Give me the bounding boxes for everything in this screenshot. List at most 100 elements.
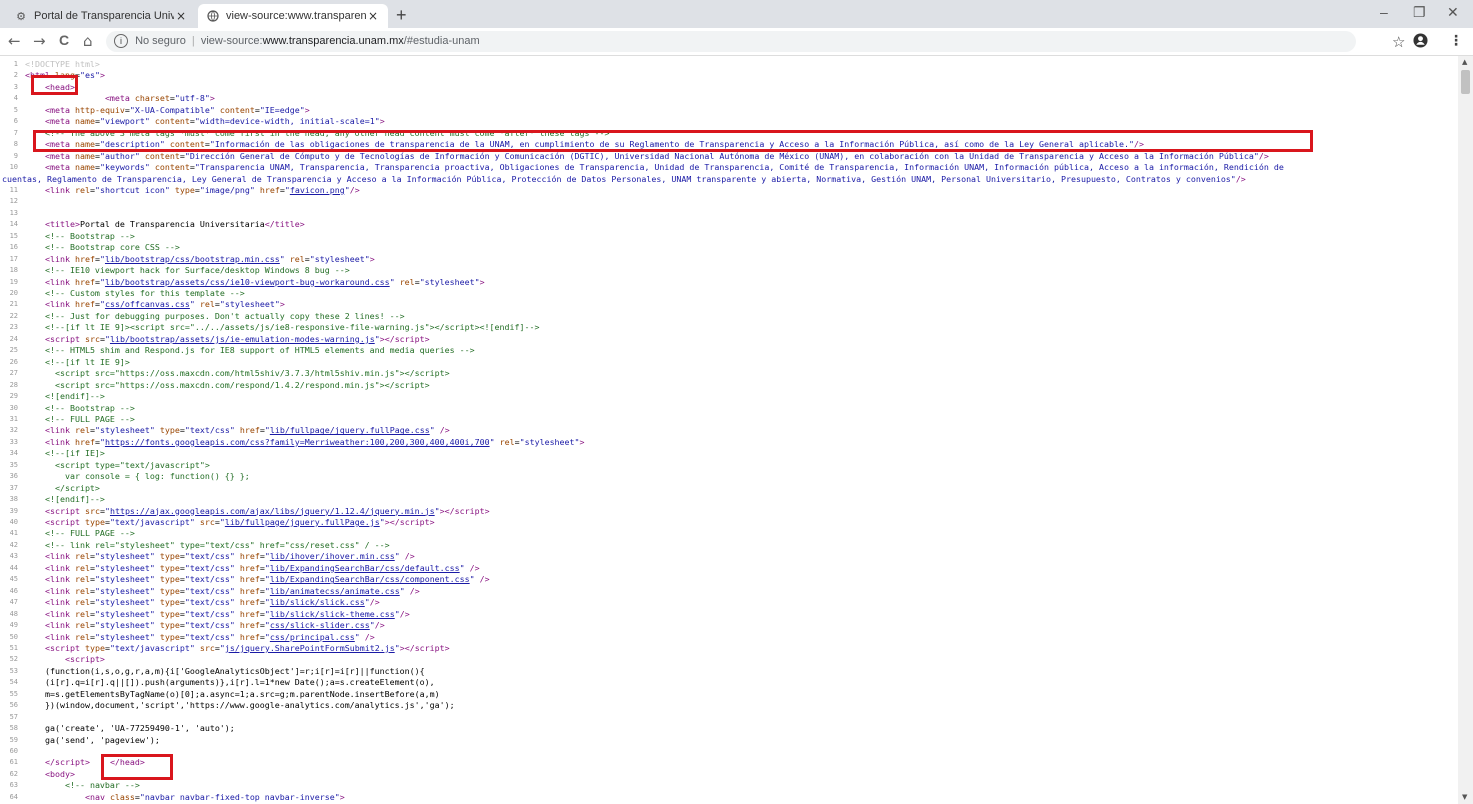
line-number: 48 — [9, 609, 18, 618]
source-line: 4 <meta charset="utf-8"> — [0, 93, 1458, 103]
source-line: 5 <meta http-equiv="X-UA-Compatible" con… — [0, 105, 1458, 115]
line-number: 5 — [13, 105, 18, 114]
new-tab-button[interactable]: + — [396, 5, 407, 26]
source-line: 13 — [0, 208, 1458, 218]
source-line: 2 <html lang="es"> — [0, 70, 1458, 80]
line-number: 16 — [9, 243, 18, 252]
line-code: <meta name="author" content="Dirección G… — [44, 150, 1269, 161]
source-line: 33 <link href="https://fonts.googleapis.… — [0, 437, 1458, 447]
highlight-head-close — [101, 754, 173, 780]
source-line: 15 <!-- Bootstrap --> — [0, 231, 1458, 241]
line-number: 35 — [9, 460, 18, 469]
source-line: 59 ga('send', 'pageview'); — [0, 735, 1458, 745]
source-line: 46 <link rel="stylesheet" type="text/css… — [0, 586, 1458, 596]
source-line: 20 <!-- Custom styles for this template … — [0, 288, 1458, 298]
source-line: 30 <!-- Bootstrap --> — [0, 403, 1458, 413]
line-code: <!--[if IE]> — [44, 448, 105, 459]
source-line: 40 <script type="text/javascript" src="l… — [0, 517, 1458, 527]
tab-portal-transparencia[interactable]: ⚙ Portal de Transparencia Universit × — [6, 4, 196, 28]
source-view[interactable]: 1 <!DOCTYPE html> 2 <html lang="es"> 3 <head… — [0, 56, 1458, 804]
back-button[interactable]: ← — [8, 32, 21, 50]
line-number: 32 — [9, 426, 18, 435]
source-line: 27 <script src="https://oss.maxcdn.com/h… — [0, 368, 1458, 378]
line-number: 8 — [13, 140, 18, 149]
line-number: 28 — [9, 380, 18, 389]
line-number: 12 — [9, 197, 18, 206]
line-number: 64 — [9, 792, 18, 801]
line-number: 13 — [9, 208, 18, 217]
line-code: (function(i,s,o,g,r,a,m){i['GoogleAnalyt… — [25, 665, 425, 676]
line-code: ga('create', 'UA-77259490-1', 'auto'); — [25, 723, 235, 734]
line-number: 20 — [9, 289, 18, 297]
source-line: 34 <!--[if IE]> — [0, 448, 1458, 458]
line-code: <meta name="viewport" content="width=dev… — [44, 116, 385, 127]
line-number: 52 — [9, 655, 18, 664]
source-line: 54 (i[r].q=i[r].q||[]).push(arguments)},… — [0, 677, 1458, 687]
line-number: 19 — [9, 277, 18, 286]
line-code: <!-- Bootstrap core CSS --> — [44, 242, 180, 253]
address-bar[interactable]: i No seguro | view-source:www.transparen… — [106, 31, 1356, 52]
source-line: 42 <!-- link rel="stylesheet" type="text… — [0, 540, 1458, 550]
scroll-down-arrow[interactable]: ▼ — [1462, 793, 1467, 801]
line-number: 47 — [9, 598, 18, 607]
line-code: <link href="lib/bootstrap/assets/css/ie1… — [44, 276, 485, 287]
tab-view-source[interactable]: view-source:www.transparencia.u × — [198, 4, 388, 28]
tab-title: Portal de Transparencia Universit — [34, 10, 174, 22]
line-number: 9 — [13, 151, 18, 160]
source-line: 64 <nav class="navbar navbar-fixed-top n… — [0, 792, 1458, 802]
home-button[interactable]: ⌂ — [83, 32, 93, 50]
line-number: 17 — [9, 254, 18, 263]
line-code: <script src="https://ajax.googleapis.com… — [44, 505, 490, 516]
vertical-scrollbar[interactable]: ▲ ▼ — [1458, 56, 1473, 804]
line-code: <link href="css/offcanvas.css" rel="styl… — [44, 299, 285, 310]
account-icon[interactable] — [1413, 33, 1428, 52]
line-number: 63 — [9, 781, 18, 790]
source-line: 63 <!-- navbar --> — [0, 780, 1458, 790]
source-line: 61 </script> </head> — [0, 757, 1458, 767]
line-number: 3 — [13, 82, 18, 91]
line-code: m=s.getElementsByTagName(o)[0];a.async=1… — [25, 688, 440, 699]
source-line: 49 <link rel="stylesheet" type="text/css… — [0, 620, 1458, 630]
line-number: 59 — [9, 735, 18, 744]
highlight-head-open — [31, 75, 78, 95]
reload-button[interactable]: C — [59, 32, 69, 48]
line-code: <body> — [44, 768, 75, 779]
info-icon[interactable]: i — [114, 34, 128, 49]
line-code: <link rel="stylesheet" type="text/css" h… — [44, 597, 380, 608]
line-number: 41 — [9, 529, 18, 538]
minimize-button[interactable]: – — [1380, 4, 1388, 20]
star-icon[interactable]: ☆ — [1392, 33, 1405, 51]
scrollbar-thumb[interactable] — [1461, 70, 1470, 94]
line-number: 39 — [9, 506, 18, 515]
security-label[interactable]: No seguro — [135, 35, 186, 47]
line-number: 37 — [9, 483, 18, 492]
line-number: 24 — [9, 334, 18, 343]
source-line: 38 <![endif]--> — [0, 494, 1458, 504]
line-number: 6 — [13, 117, 18, 126]
maximize-button[interactable]: ❐ — [1413, 4, 1426, 21]
source-line: 60 — [0, 746, 1458, 756]
close-tab-icon[interactable]: × — [366, 9, 380, 23]
line-code: <!-- FULL PAGE --> — [44, 413, 135, 424]
line-code: <!-- navbar --> — [64, 780, 140, 791]
line-number: 23 — [9, 323, 18, 332]
line-number: 51 — [9, 643, 18, 652]
close-tab-icon[interactable]: × — [174, 9, 188, 23]
close-window-button[interactable]: ✕ — [1447, 4, 1459, 21]
scroll-up-arrow[interactable]: ▲ — [1462, 58, 1467, 66]
menu-icon[interactable]: ⋮ — [1449, 33, 1463, 49]
line-code: <script type="text/javascript"> — [25, 459, 210, 470]
line-number: 50 — [9, 632, 18, 641]
line-number: 38 — [9, 495, 18, 504]
line-code: <!-- Bootstrap --> — [44, 230, 135, 241]
line-code: ga('send', 'pageview'); — [25, 734, 160, 745]
line-code: <!-- FULL PAGE --> — [44, 528, 135, 539]
source-line: 12 — [0, 196, 1458, 206]
line-number: 46 — [9, 586, 18, 595]
forward-button[interactable]: → — [33, 32, 46, 50]
source-line: 47 <link rel="stylesheet" type="text/css… — [0, 597, 1458, 607]
source-line: 44 <link rel="stylesheet" type="text/css… — [0, 563, 1458, 573]
source-line: 22 <!-- Just for debugging purposes. Don… — [0, 311, 1458, 321]
source-line: 3 <head> — [0, 82, 1458, 92]
line-number: 22 — [9, 311, 18, 320]
